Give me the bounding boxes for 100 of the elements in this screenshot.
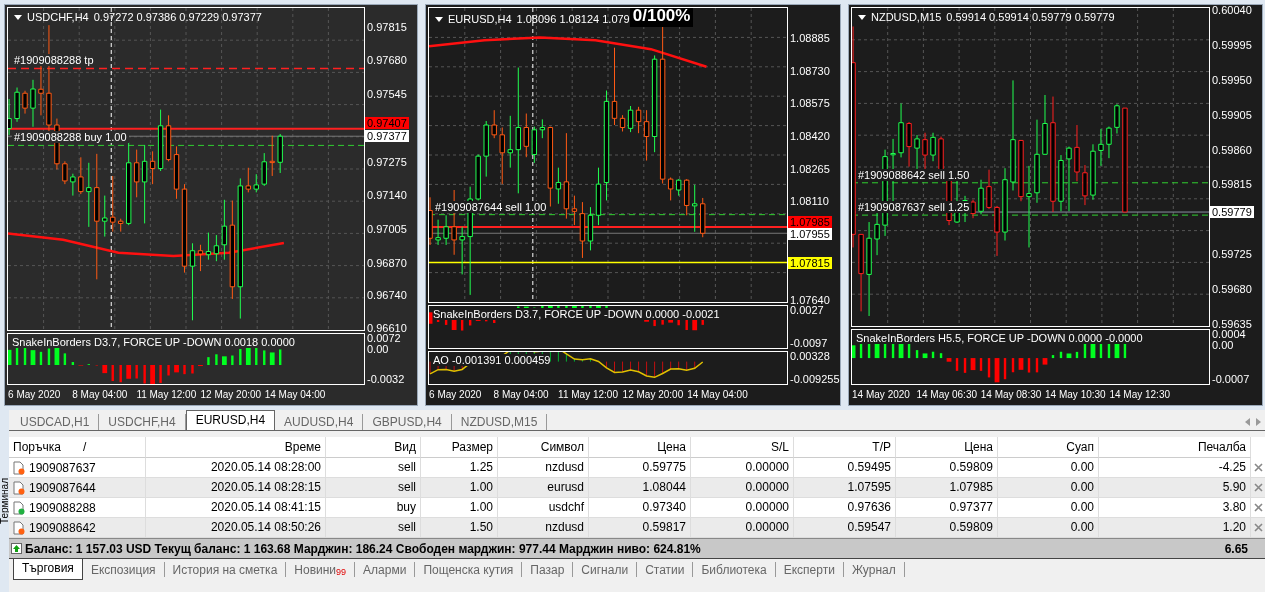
price-label: 0.97275 <box>367 155 407 168</box>
time-label: 14 May 2020 <box>852 389 910 400</box>
price-label: 0.96870 <box>367 256 407 269</box>
price-label: 0.96740 <box>367 289 407 302</box>
terminal-tab[interactable]: Пазар <box>522 562 574 577</box>
terminal-tab[interactable]: Журнал <box>843 562 905 577</box>
terminal-tab[interactable]: Експозиция <box>82 562 165 577</box>
terminal-tab[interactable]: История на сметка <box>164 562 287 577</box>
scale-label: -0.0032 <box>367 374 406 385</box>
price-label: 1.08730 <box>790 64 830 77</box>
table-cell: 1909088642 <box>29 520 96 535</box>
price-tag: 0.97377 <box>365 130 409 142</box>
terminal-tab[interactable]: Статии <box>637 562 694 577</box>
account-summary: Баланс: 1 157.03 USD Текущ баланс: 1 163.68 Марджин: 186.24 Свободен марджин: 977.44 Марджин ниво: 624.81% <box>25 541 702 556</box>
table-cell: 2020.05.14 08:50:26 <box>146 518 326 538</box>
progress-overlay: 0/100% <box>629 8 694 27</box>
column-header[interactable]: Размер <box>421 437 498 458</box>
table-cell: 0.00000 <box>691 478 794 498</box>
ohlc-values: 0.97272 0.97386 0.97229 0.97377 <box>93 11 262 23</box>
chart-tab[interactable]: NZDUSD,M15 <box>451 414 548 430</box>
price-label: 1.07640 <box>790 294 830 307</box>
terminal-tab[interactable]: Новини99 <box>286 562 356 577</box>
table-cell: 0.00000 <box>691 518 794 538</box>
terminal-tab[interactable]: Аларми <box>355 562 416 577</box>
terminal-tab[interactable]: Сигнали <box>573 562 638 577</box>
column-header[interactable]: Вид <box>326 437 421 458</box>
table-cell: 0.59547 <box>794 518 896 538</box>
column-header[interactable]: Поръчка <box>13 440 61 454</box>
price-label: 0.59815 <box>1212 178 1252 191</box>
price-label: 0.59860 <box>1212 143 1252 156</box>
price-label: 1.08885 <box>790 32 830 45</box>
order-label: #1909087644 sell 1.00 <box>433 200 549 213</box>
scale-label: -0.0097 <box>790 338 829 349</box>
terminal-tab[interactable]: Пощенска кутия <box>415 562 523 577</box>
price-label: 0.97140 <box>367 189 407 202</box>
indicator-title: SnakeInBorders H5.5, FORCE UP -DOWN 0.0000 -0.0000 <box>856 332 1143 344</box>
price-tag: 1.07815 <box>788 257 832 270</box>
price-label: 1.08575 <box>790 97 830 110</box>
time-label: 8 May 04:00 <box>493 389 549 400</box>
table-cell: sell <box>326 518 421 538</box>
table-cell: nzdusd <box>498 518 589 538</box>
ohlc-values: 0.59914 0.59914 0.59779 0.59779 <box>946 11 1115 23</box>
chart-tab[interactable]: AUDUSD,H4 <box>275 414 364 430</box>
table-cell: 1.20 <box>1099 518 1251 538</box>
chart-tab[interactable]: USDCHF,H4 <box>99 414 186 430</box>
order-label: #1909088288 tp <box>12 54 96 67</box>
price-label: 0.59995 <box>1212 38 1252 51</box>
price-label: 0.97005 <box>367 223 407 235</box>
column-header[interactable]: Цена <box>896 437 998 458</box>
price-tag: 0.59779 <box>1210 206 1254 219</box>
column-header[interactable]: S/L <box>691 437 794 458</box>
chart-title: EURUSD,H4 <box>448 13 512 25</box>
price-label: 0.59680 <box>1212 283 1252 296</box>
terminal-tab[interactable]: Експерти <box>775 562 844 577</box>
total-profit: 6.65 <box>1223 541 1249 556</box>
column-header[interactable]: Време <box>146 437 326 458</box>
time-label: 6 May 2020 <box>429 389 482 400</box>
scale-label: 0.0004 <box>1212 329 1247 340</box>
column-header[interactable]: T/P <box>794 437 896 458</box>
time-label: 11 May 12:00 <box>558 389 618 400</box>
price-label: 0.96610 <box>367 321 407 334</box>
order-label: #1909088288 buy 1.00 <box>12 131 129 144</box>
column-header[interactable]: Символ <box>498 437 589 458</box>
table-cell: 5.90 <box>1099 478 1251 498</box>
ohlc-values: 1.08096 1.08124 1.079 <box>516 13 630 25</box>
column-header[interactable]: Суап <box>998 437 1099 458</box>
time-label: 14 May 10:30 <box>1045 389 1106 400</box>
table-cell: 2020.05.14 08:28:15 <box>146 478 326 498</box>
price-label: 0.97545 <box>367 88 407 100</box>
scale-label: -0.009255 <box>790 374 838 385</box>
chart-tab[interactable]: EURUSD,H4 <box>185 410 276 430</box>
terminal-tab[interactable]: Библиотека <box>693 562 776 577</box>
table-cell: sell <box>326 478 421 498</box>
time-label: 11 May 12:00 <box>136 389 197 400</box>
time-label: 8 May 04:00 <box>72 389 128 400</box>
table-cell: 1909088288 <box>29 500 96 515</box>
column-header[interactable]: Цена <box>589 437 691 458</box>
time-label: 14 May 08:30 <box>980 389 1042 400</box>
order-label: #1909088642 sell 1.50 <box>856 168 972 181</box>
table-cell: 1.50 <box>421 518 498 538</box>
table-cell: 1909087637 <box>29 460 96 475</box>
chart-tab[interactable]: USDCAD,H1 <box>11 414 100 430</box>
price-label: 0.59950 <box>1212 73 1252 86</box>
table-cell: eurusd <box>498 478 589 498</box>
scale-label: 0.00 <box>367 344 390 355</box>
chart-tab[interactable]: GBPUSD,H4 <box>363 414 452 430</box>
price-label: 0.59635 <box>1212 317 1252 330</box>
news-count: 99 <box>336 567 347 578</box>
price-label: 1.08265 <box>790 162 830 175</box>
column-header[interactable]: Печалба <box>1099 437 1251 458</box>
time-label: 6 May 2020 <box>8 389 61 400</box>
time-label: 14 May 04:00 <box>687 389 748 400</box>
terminal-tab[interactable]: Търговия <box>13 559 83 580</box>
table-cell: 1.07595 <box>794 478 896 498</box>
time-label: 12 May 20:00 <box>622 389 684 400</box>
scale-label: 0.0027 <box>790 305 825 316</box>
table-cell: 1.00 <box>421 478 498 498</box>
time-label: 14 May 04:00 <box>264 389 326 400</box>
price-label: 0.59905 <box>1212 108 1252 121</box>
scale-label: 0.0072 <box>367 333 402 344</box>
